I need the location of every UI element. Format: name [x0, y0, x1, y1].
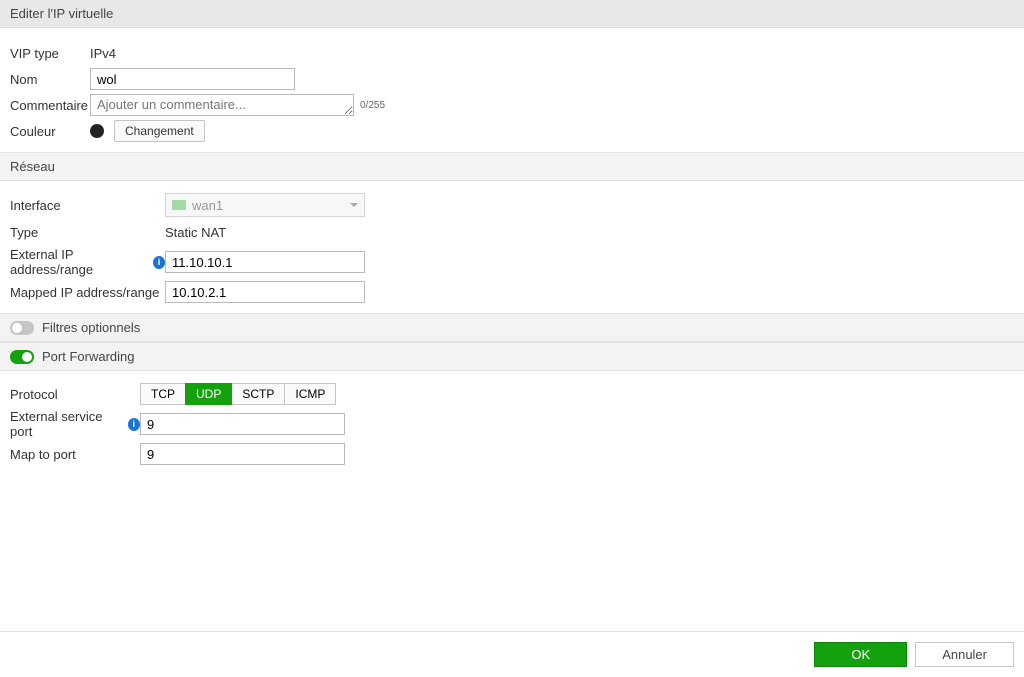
interface-select[interactable]: wan1 [165, 193, 365, 217]
interface-icon [172, 200, 186, 210]
content-area: VIP type IPv4 Nom Commentaire 0/255 Coul… [0, 28, 1024, 631]
footer: OK Annuler [0, 631, 1024, 677]
map-port-input[interactable] [140, 443, 345, 465]
network-section: Interface wan1 Type Static NAT External … [0, 181, 1024, 313]
protocol-label: Protocol [10, 387, 58, 402]
portforward-title: Port Forwarding [42, 349, 134, 364]
protocol-sctp-button[interactable]: SCTP [231, 383, 285, 405]
cancel-button[interactable]: Annuler [915, 642, 1014, 667]
comment-textarea[interactable] [90, 94, 354, 116]
portforward-toggle[interactable] [10, 350, 34, 364]
ok-button[interactable]: OK [814, 642, 907, 667]
comment-label: Commentaire [10, 98, 90, 113]
interface-value: wan1 [192, 198, 223, 213]
external-port-input[interactable] [140, 413, 345, 435]
network-section-title: Réseau [0, 152, 1024, 181]
mapped-ip-input[interactable] [165, 281, 365, 303]
info-icon[interactable]: i [128, 418, 140, 431]
vip-type-label: VIP type [10, 46, 90, 61]
change-color-button[interactable]: Changement [114, 120, 205, 142]
portforward-section: Protocol TCP UDP SCTP ICMP External serv… [0, 371, 1024, 475]
protocol-udp-button[interactable]: UDP [185, 383, 232, 405]
external-ip-input[interactable] [165, 251, 365, 273]
page-title: Editer l'IP virtuelle [0, 0, 1024, 28]
color-swatch-icon [90, 124, 104, 138]
filters-toggle[interactable] [10, 321, 34, 335]
map-port-label: Map to port [10, 447, 76, 462]
mapped-ip-label: Mapped IP address/range [10, 285, 159, 300]
name-label: Nom [10, 72, 90, 87]
external-ip-label: External IP address/range [10, 247, 149, 277]
vip-section: VIP type IPv4 Nom Commentaire 0/255 Coul… [0, 28, 1024, 152]
name-input[interactable] [90, 68, 295, 90]
type-value: Static NAT [165, 225, 226, 240]
vip-type-value: IPv4 [90, 46, 116, 61]
info-icon[interactable]: i [153, 256, 165, 269]
type-label: Type [10, 225, 38, 240]
color-label: Couleur [10, 124, 90, 139]
protocol-icmp-button[interactable]: ICMP [284, 383, 336, 405]
filters-title: Filtres optionnels [42, 320, 140, 335]
portforward-section-header: Port Forwarding [0, 342, 1024, 371]
filters-section-header: Filtres optionnels [0, 313, 1024, 342]
external-port-label: External service port [10, 409, 124, 439]
chevron-down-icon [350, 203, 358, 207]
comment-counter: 0/255 [360, 100, 385, 111]
interface-label: Interface [10, 198, 61, 213]
protocol-group: TCP UDP SCTP ICMP [140, 383, 336, 405]
protocol-tcp-button[interactable]: TCP [140, 383, 186, 405]
